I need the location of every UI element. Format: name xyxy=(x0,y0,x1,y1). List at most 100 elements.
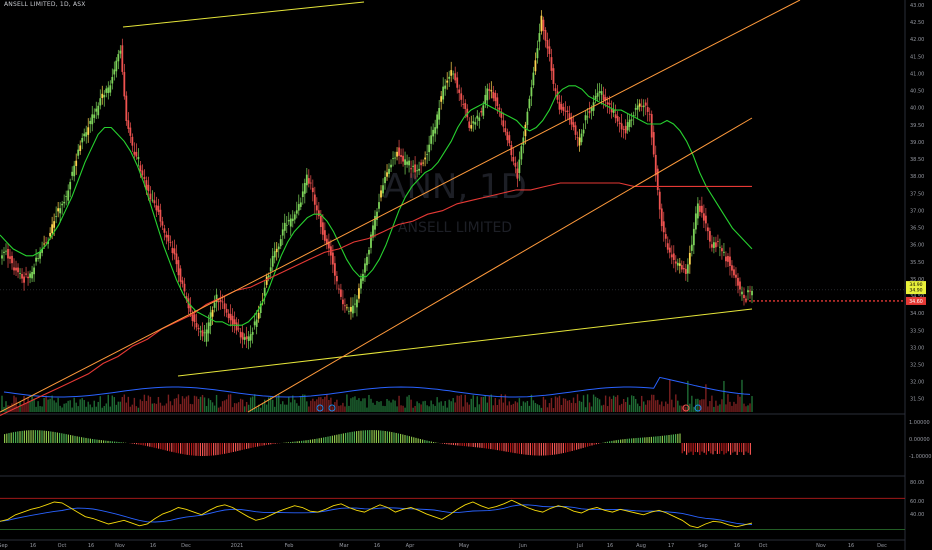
macd-bar xyxy=(624,439,626,443)
volume-bar xyxy=(488,396,491,412)
macd-bar xyxy=(622,439,624,443)
candle-body xyxy=(235,322,238,331)
volume-bar xyxy=(626,397,629,412)
candle-body xyxy=(191,314,194,321)
volume-bar xyxy=(384,406,386,412)
candle-body xyxy=(205,329,208,342)
volume-bar xyxy=(197,399,200,412)
volume-bar xyxy=(494,398,497,412)
macd-bar xyxy=(626,438,628,443)
macd-bar xyxy=(270,443,272,445)
volume-bar xyxy=(87,401,89,412)
candle-body xyxy=(484,94,487,105)
candle-body xyxy=(682,268,685,270)
macd-bar xyxy=(474,443,476,448)
volume-bar xyxy=(91,407,93,412)
candle-body xyxy=(396,151,398,157)
macd-bar xyxy=(318,438,320,443)
volume-bar xyxy=(143,394,146,412)
macd-bar xyxy=(250,443,252,448)
candle-body xyxy=(143,176,146,180)
candle-body xyxy=(169,241,172,243)
volume-bar xyxy=(556,397,559,412)
candle-body xyxy=(652,132,655,155)
volume-bar xyxy=(590,406,593,412)
macd-bar xyxy=(259,443,261,447)
candle-body xyxy=(247,336,250,342)
macd-bar xyxy=(364,430,366,443)
macd-bar xyxy=(12,432,14,443)
macd-bar xyxy=(340,433,342,443)
time-tick-label: 16 xyxy=(150,543,156,549)
macd-bar xyxy=(521,443,523,455)
volume-bar xyxy=(336,399,338,412)
candle-body xyxy=(490,90,493,92)
volume-bar xyxy=(296,403,298,412)
volume-bar xyxy=(145,400,148,412)
volume-bar xyxy=(127,396,130,412)
volume-bar xyxy=(542,396,545,412)
volume-bar xyxy=(410,399,412,412)
candle-body xyxy=(7,249,9,259)
volume-bar xyxy=(641,395,643,412)
macd-bar xyxy=(477,443,479,448)
volume-bar xyxy=(358,398,360,412)
macd-bar xyxy=(397,433,399,443)
price-tick-label: 33.50 xyxy=(910,328,924,334)
volume-bar xyxy=(221,401,224,412)
volume-bar xyxy=(69,400,71,412)
macd-bar xyxy=(547,443,549,456)
candle-body xyxy=(305,174,308,186)
candle-body xyxy=(279,239,282,247)
candle-body xyxy=(554,88,557,92)
macd-bar xyxy=(611,440,613,443)
volume-bar xyxy=(119,401,122,412)
macd-bar xyxy=(430,441,432,443)
macd-bar xyxy=(408,436,410,443)
macd-bar xyxy=(615,440,617,443)
volume-bar xyxy=(241,399,244,412)
macd-bar xyxy=(338,434,340,443)
volume-bar xyxy=(368,394,370,412)
candle-body xyxy=(173,248,176,255)
macd-bar xyxy=(83,437,85,443)
time-tick-label: 16 xyxy=(734,543,740,549)
trading-chart[interactable]: ANN, 1DANSELL LIMITED 43.0042.5042.0041.… xyxy=(0,0,932,550)
macd-bar xyxy=(655,436,657,443)
volume-bar xyxy=(290,402,292,412)
volume-ma-line xyxy=(3,376,751,398)
volume-bar xyxy=(508,401,511,412)
candle-body xyxy=(440,96,443,102)
volume-bar xyxy=(308,406,310,412)
candle-body xyxy=(504,128,507,133)
time-tick-label: 16 xyxy=(848,543,854,549)
price-tick-label: 40.50 xyxy=(910,89,924,95)
candle-body xyxy=(474,122,477,125)
volume-bar xyxy=(464,394,466,412)
volume-bar xyxy=(630,395,633,412)
volume-bar xyxy=(57,397,59,412)
macd-bar xyxy=(171,443,173,452)
volume-bar xyxy=(109,406,111,412)
macd-bar xyxy=(164,443,166,451)
candle-body xyxy=(356,299,358,308)
candle-body xyxy=(141,170,144,176)
macd-bar xyxy=(527,443,529,455)
macd-bar xyxy=(459,443,461,446)
volume-bar xyxy=(306,401,308,412)
volume-bar xyxy=(596,397,599,412)
candle-body xyxy=(614,114,617,119)
volume-bar xyxy=(274,406,276,412)
candle-body xyxy=(462,103,465,105)
candle-body xyxy=(333,263,336,276)
volume-bar xyxy=(659,404,661,412)
candle-body xyxy=(111,76,114,84)
candle-body xyxy=(291,218,294,222)
macd-bar xyxy=(633,438,635,443)
macd-bar xyxy=(382,430,384,443)
candle-body xyxy=(424,157,427,160)
candle-body xyxy=(496,97,499,107)
volume-bar xyxy=(123,394,126,412)
macd-bar xyxy=(516,443,518,454)
macd-bar xyxy=(30,430,32,443)
